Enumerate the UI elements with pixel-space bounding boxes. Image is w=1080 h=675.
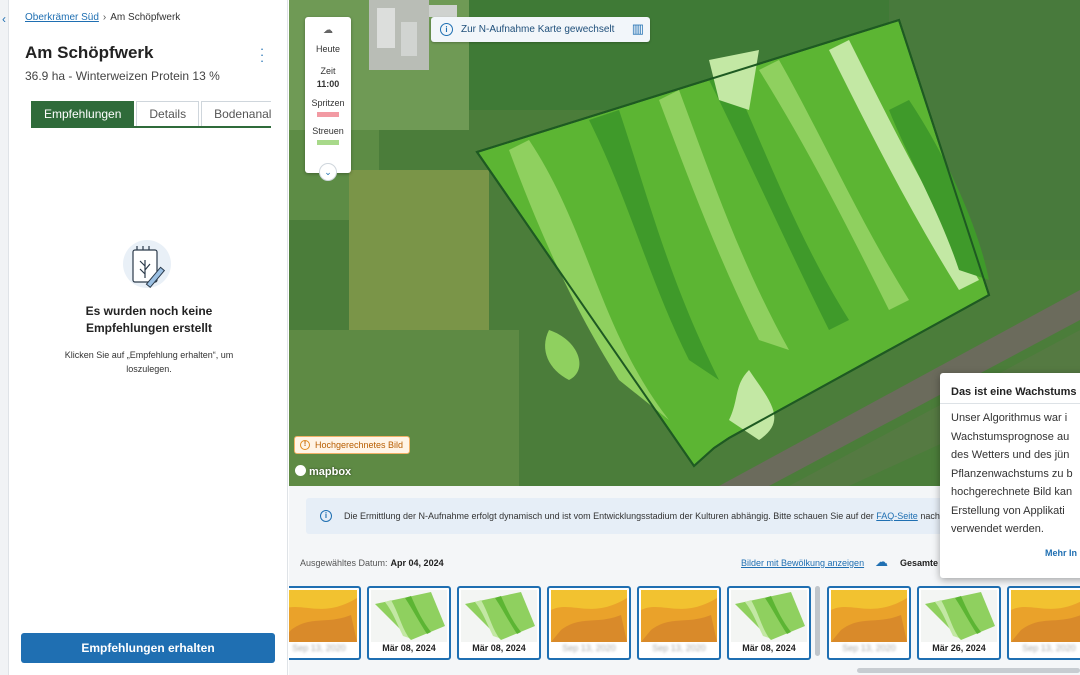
forecast-heatmap-thumbnail [1011,590,1080,642]
map-legend: ☁ Heute Zeit 11:00 Spritzen Streuen ⌄ [305,17,351,181]
breadcrumb: Oberkrämer Süd › Am Schöpfwerk [25,12,180,23]
thumbnail-date: Mär 08, 2024 [742,643,796,653]
legend-spread-swatch [317,140,339,145]
nitrogen-map-thumbnail [461,590,537,642]
empty-state-title: Es wurden noch keine Empfehlungen erstell… [85,304,213,335]
tab-empfehlungen[interactable]: Empfehlungen [31,101,135,126]
forecast-badge-label: Hochgerechnetes Bild [315,440,404,450]
thumbnail-date: Sep 13, 2020 [842,643,896,653]
image-thumbnail[interactable]: Mär 08, 2024 [727,586,811,660]
more-info-link[interactable]: Mehr In [1045,548,1077,558]
show-cloudy-images-link[interactable]: Bilder mit Bewölkung anzeigen [741,558,864,568]
faq-link[interactable]: FAQ-Seite [876,511,918,521]
notice-text: Die Ermittlung der N-Aufnahme erfolgt dy… [344,511,874,521]
banner-text: Zur N-Aufnahme Karte gewechselt [461,24,615,35]
image-thumbnail[interactable]: Mär 08, 2024 [367,586,451,660]
breadcrumb-parent-link[interactable]: Oberkrämer Süd [25,12,99,23]
popover-line: des Wetters und des jün [951,449,1070,461]
forecast-heatmap-thumbnail [831,590,907,642]
map-mode-banner: i Zur N-Aufnahme Karte gewechselt ▥ [431,17,650,42]
image-thumbnail[interactable]: Mär 26, 2024 [917,586,1001,660]
popover-line: Wachstumsprognose au [951,430,1070,443]
forecast-image-badge[interactable]: ! Hochgerechnetes Bild [294,436,411,454]
legend-today: Heute [315,44,341,54]
popover-title: Das ist eine Wachstums [951,386,1077,398]
get-recommendations-button[interactable]: Empfehlungen erhalten [21,633,275,663]
popover-line: hochgerechnete Bild kan [951,486,1073,498]
field-subtitle: 36.9 ha - Winterweizen Protein 13 % [25,69,220,83]
forecast-heatmap-thumbnail [289,590,357,642]
warning-icon: ! [300,440,310,450]
nitrogen-map-thumbnail [921,590,997,642]
image-thumbnail[interactable]: Sep 13, 2020 [637,586,721,660]
popover-line: Erstellung von Applikati [951,504,1065,517]
breadcrumb-current: Am Schöpfwerk [110,12,181,23]
timeline-divider [815,586,820,656]
popover-line: Pflanzenwachstums zu b [951,467,1073,480]
empty-state-description: Klicken Sie auf „Empfehlung erhalten“, u… [64,350,234,374]
legend-spread-label: Streuen [312,126,344,136]
legend-spray-swatch [317,112,339,117]
thumbnail-date: Mär 08, 2024 [472,643,526,653]
popover-divider [940,403,1080,404]
empty-recommendations-illustration [123,240,171,289]
more-options-icon[interactable]: · · · [258,42,266,67]
page-title: Am Schöpfwerk [25,43,154,62]
thumbnail-date: Sep 13, 2020 [1022,643,1076,653]
forecast-heatmap-thumbnail [551,590,627,642]
sidebar: Oberkrämer Süd › Am Schöpfwerk Am Schöpfwe… [9,0,288,675]
legend-spray-label: Spritzen [311,98,345,108]
nitrogen-map-thumbnail [371,590,447,642]
info-icon: i [440,23,453,36]
popover-body: Unser Algorithmus war i Wachstumsprognose… [951,409,1080,539]
tab-bodenanalyse[interactable]: Bodenanalyse [201,101,271,126]
horizontal-scrollbar[interactable] [857,668,1080,673]
popover-line: Unser Algorithmus war i [951,412,1068,424]
mapbox-logo: mapbox [295,465,351,478]
thumbnail-date: Mär 08, 2024 [382,643,436,653]
cloud-icon: ☁ [323,25,333,36]
image-thumbnail[interactable]: Sep 13, 2020 [547,586,631,660]
total-label: Gesamte [900,558,939,568]
nitrogen-map-thumbnail [731,590,807,642]
thumbnail-date: Sep 13, 2020 [562,643,616,653]
thumbnail-date: Mär 26, 2024 [932,643,986,653]
selected-date: Ausgewähltes Datum: Apr 04, 2024 [300,558,444,568]
image-thumbnail[interactable]: Mär 08, 2024 [457,586,541,660]
map-icon[interactable]: ▥ [632,22,644,36]
image-thumbnail[interactable]: Sep 13, 2020 [827,586,911,660]
forecast-popover: Das ist eine Wachstums Unser Algorithmus… [940,373,1080,578]
left-rail: ‹ [0,0,9,675]
popover-line: verwendet werden. [951,523,1044,535]
legend-time: 11:00 [316,79,340,89]
chevron-down-icon[interactable]: ⌄ [319,163,337,181]
chevron-right-icon: › [102,12,107,23]
image-thumbnail[interactable]: Sep 13, 2020 [1007,586,1080,660]
info-icon: i [320,510,332,522]
tab-bar: EmpfehlungenDetailsBodenanalyse [31,101,271,128]
thumbnail-date: Sep 13, 2020 [292,643,346,653]
legend-time-label: Zeit [320,66,336,76]
forecast-heatmap-thumbnail [641,590,717,642]
tab-details[interactable]: Details [136,101,200,126]
cloud-icon[interactable]: ☁ [875,555,888,568]
thumbnail-date: Sep 13, 2020 [652,643,706,653]
image-thumbnail[interactable]: Sep 13, 2020 [289,586,361,660]
